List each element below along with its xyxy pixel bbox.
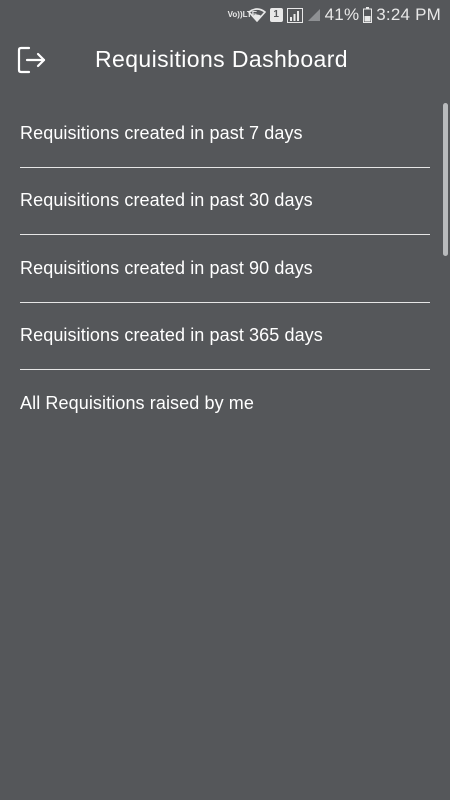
signal-strength-secondary-icon [307, 8, 321, 22]
sim-slot-badge: 1 [269, 8, 283, 22]
page-title: Requisitions Dashboard [95, 46, 348, 72]
list-item-label: Requisitions created in past 365 days [20, 325, 323, 346]
logout-arrow-icon [17, 46, 46, 74]
logout-button[interactable] [16, 44, 48, 76]
status-bar: Vo)) LTE 1 41% 3:24 PM [0, 0, 450, 30]
battery-icon [363, 7, 373, 23]
list-item-past-30-days[interactable]: Requisitions created in past 30 days [20, 168, 430, 235]
list-item-label: Requisitions created in past 7 days [20, 122, 303, 143]
list-item-label: Requisitions created in past 90 days [20, 257, 313, 278]
list-item-past-365-days[interactable]: Requisitions created in past 365 days [20, 303, 430, 370]
list-item-past-90-days[interactable]: Requisitions created in past 90 days [20, 235, 430, 303]
list-item-label: Requisitions created in past 30 days [20, 190, 313, 211]
scrollbar-thumb[interactable] [443, 103, 448, 256]
signal-strength-icon [286, 7, 303, 23]
requisition-filter-list: Requisitions created in past 7 days Requ… [20, 100, 430, 438]
wifi-icon [247, 8, 266, 22]
app-header: Requisitions Dashboard [0, 30, 450, 92]
clock: 3:24 PM [376, 5, 441, 24]
list-item-all-raised-by-me[interactable]: All Requisitions raised by me [20, 370, 430, 438]
list-item-past-7-days[interactable]: Requisitions created in past 7 days [20, 100, 430, 168]
battery-percent: 41% [324, 5, 360, 24]
app-screen: Vo)) LTE 1 41% 3:24 PM Requisitions Dash… [0, 0, 450, 800]
volte-indicator: Vo)) LTE [227, 10, 257, 19]
volte-label-top: Vo)) [227, 10, 243, 19]
list-item-label: All Requisitions raised by me [20, 393, 254, 414]
